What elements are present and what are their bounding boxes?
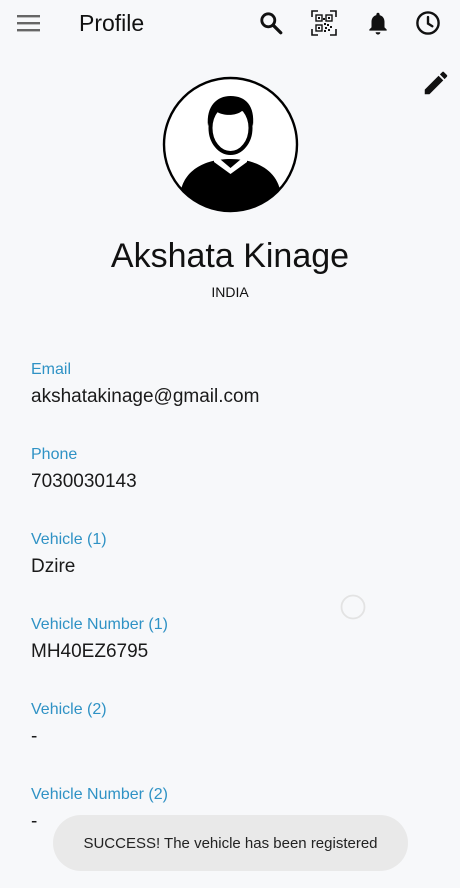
field-value: akshatakinage@gmail.com — [31, 386, 260, 407]
field-label: Phone — [31, 446, 78, 463]
app-bar: Profile — [0, 0, 460, 46]
field-value: - — [31, 726, 38, 747]
pencil-icon[interactable] — [421, 68, 451, 98]
field-label: Vehicle Number (2) — [31, 786, 168, 803]
field-label: Vehicle (2) — [31, 701, 107, 718]
page-title: Profile — [79, 10, 145, 36]
field-label: Email — [31, 361, 72, 378]
vehicle-1-field: Vehicle (1) Dzire — [31, 530, 107, 579]
bell-icon[interactable] — [365, 10, 391, 36]
loading-spinner-icon — [340, 594, 366, 620]
person-avatar-icon — [162, 76, 299, 213]
success-toast: SUCCESS! The vehicle has been registered — [53, 815, 408, 871]
field-value: Dzire — [31, 556, 76, 577]
search-icon[interactable] — [258, 10, 284, 36]
field-value: MH40EZ6795 — [31, 641, 149, 662]
profile-country: INDIA — [211, 284, 249, 300]
vehicle-number-1-field: Vehicle Number (1) MH40EZ6795 — [31, 615, 168, 664]
toast-message: SUCCESS! The vehicle has been registered — [83, 834, 378, 852]
profile-name: Akshata Kinage — [110, 237, 350, 275]
clock-icon[interactable] — [415, 10, 441, 36]
vehicle-2-field: Vehicle (2) - — [31, 700, 107, 749]
menu-icon[interactable] — [16, 11, 42, 35]
qr-code-icon[interactable] — [311, 10, 337, 36]
email-field: Email akshatakinage@gmail.com — [31, 360, 259, 409]
phone-field: Phone 7030030143 — [31, 445, 137, 494]
field-value: 7030030143 — [31, 471, 137, 492]
field-label: Vehicle (1) — [31, 531, 107, 548]
field-label: Vehicle Number (1) — [31, 616, 168, 633]
